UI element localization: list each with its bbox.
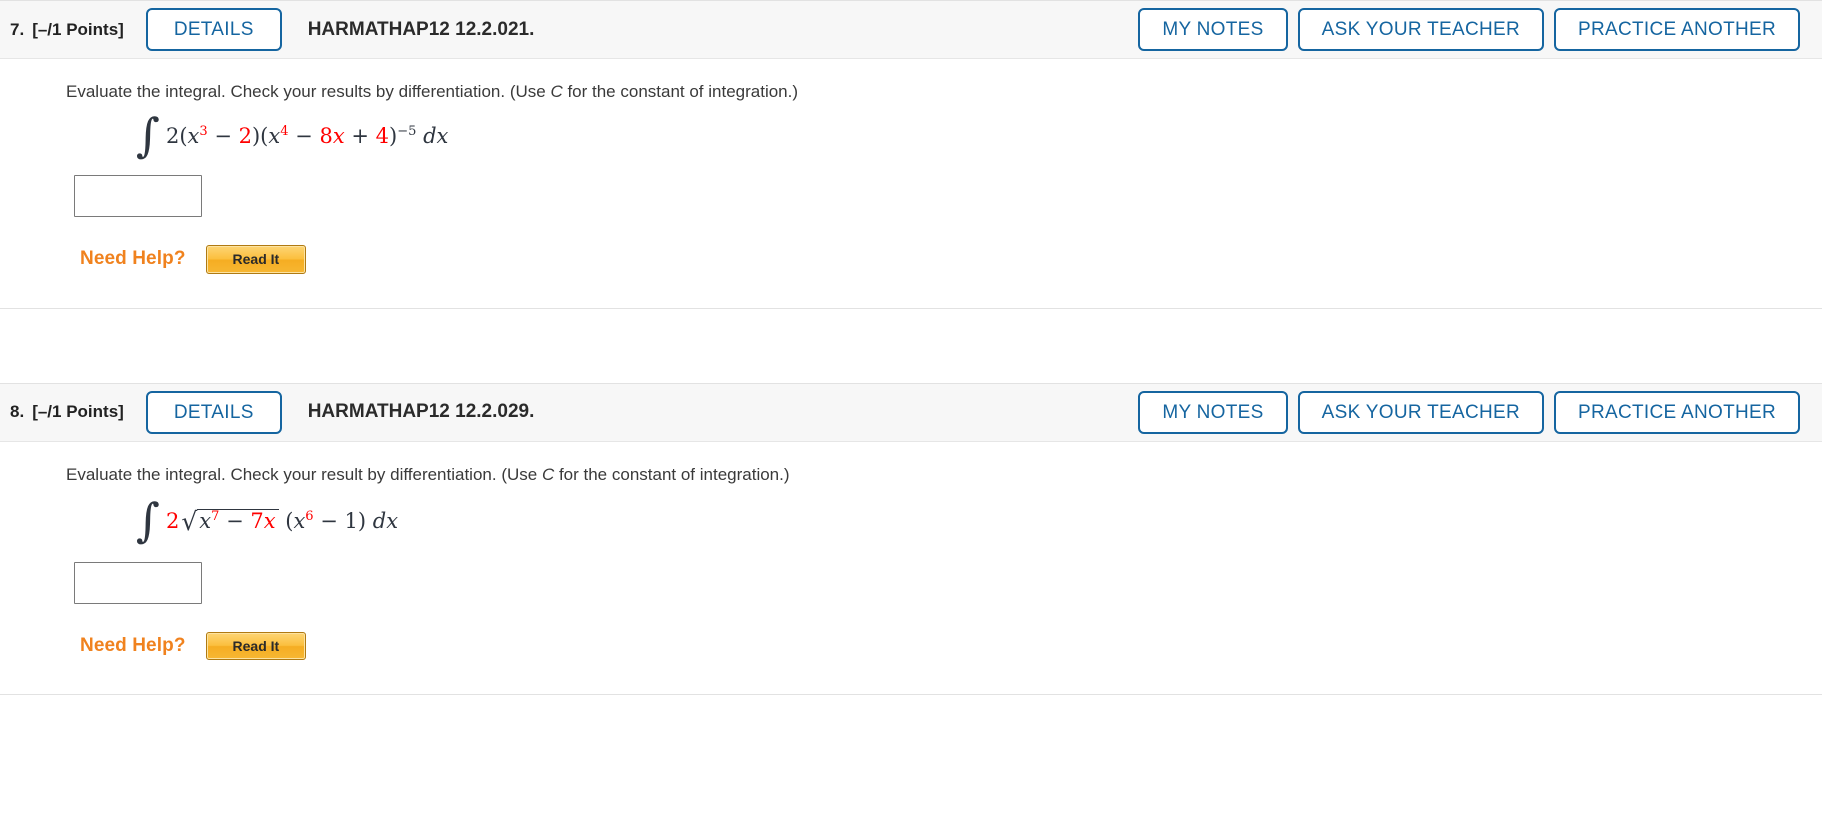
question-block-8: 8. [–/1 Points] DETAILS HARMATHAP12 12.2…: [0, 382, 1822, 696]
question-header-8: 8. [–/1 Points] DETAILS HARMATHAP12 12.2…: [0, 383, 1822, 442]
need-help-row-7: Need Help? Read It: [80, 244, 1802, 274]
question-statement: Evaluate the integral. Check your result…: [66, 81, 1802, 104]
math-expression-8: ∫ 2√x7 − 7x (x6 − 1) dx: [66, 493, 1802, 544]
question-number: 7.: [10, 19, 25, 39]
math-token: ): [389, 123, 398, 148]
radical-sign-icon: √: [181, 506, 198, 536]
math-token: 7: [250, 508, 264, 533]
radicand: x7 − 7x: [197, 508, 279, 533]
math-token: x: [199, 508, 212, 533]
my-notes-button[interactable]: MY NOTES: [1138, 8, 1288, 51]
question-separator: [0, 308, 1822, 383]
constant-symbol: C: [550, 82, 563, 101]
math-token: dx: [372, 508, 399, 533]
need-help-label: Need Help?: [80, 248, 186, 270]
question-points: [–/1 Points]: [32, 19, 124, 39]
question-code: HARMATHAP12 12.2.021.: [307, 18, 535, 40]
math-token: −: [288, 123, 320, 148]
math-token: +: [344, 123, 376, 148]
details-button[interactable]: DETAILS: [145, 8, 282, 51]
math-token: −: [219, 508, 251, 533]
ask-your-teacher-button[interactable]: ASK YOUR TEACHER: [1297, 390, 1544, 434]
math-token: 8: [319, 123, 333, 148]
question-statement: Evaluate the integral. Check your result…: [66, 464, 1802, 487]
integral-sign-icon: ∫: [136, 107, 160, 162]
constant-symbol: C: [541, 464, 555, 484]
practice-another-button[interactable]: PRACTICE ANOTHER: [1554, 390, 1800, 434]
math-token: x: [332, 123, 345, 148]
math-token: −5: [397, 123, 417, 139]
integral-sign-icon: ∫: [136, 492, 160, 547]
math-token: (: [278, 508, 294, 533]
math-token: x: [293, 508, 306, 533]
math-token: 6: [305, 508, 314, 524]
ask-your-teacher-button[interactable]: ASK YOUR TEACHER: [1297, 8, 1544, 51]
integrand-tail-8: (x6 − 1) dx: [279, 509, 398, 533]
read-it-button[interactable]: Read It: [205, 631, 307, 661]
math-token: 2(: [165, 123, 188, 148]
read-it-button[interactable]: Read It: [205, 244, 307, 274]
statement-suffix: for the constant of integration.): [554, 464, 790, 484]
math-token: dx: [423, 123, 449, 148]
coefficient: 2: [165, 508, 180, 533]
statement-suffix: for the constant of integration.): [562, 82, 799, 101]
math-token: 2: [238, 123, 252, 148]
math-token: 4: [375, 123, 389, 148]
answer-input-8[interactable]: [74, 561, 202, 604]
question-code: HARMATHAP12 12.2.029.: [307, 401, 535, 423]
math-expression-7: ∫ 2(x3 − 2)(x4 − 8x + 4)−5 dx: [66, 110, 1802, 158]
question-header-7: 7. [–/1 Points] DETAILS HARMATHAP12 12.2…: [0, 1, 1822, 59]
need-help-label: Need Help?: [80, 635, 186, 657]
question-body-8: Evaluate the integral. Check your result…: [0, 441, 1822, 695]
math-token: − 1): [313, 508, 373, 533]
question-actions: MY NOTES ASK YOUR TEACHER PRACTICE ANOTH…: [1138, 8, 1800, 51]
math-token: x: [263, 508, 276, 533]
question-actions: MY NOTES ASK YOUR TEACHER PRACTICE ANOTH…: [1138, 390, 1800, 434]
question-number: 8.: [10, 402, 25, 422]
answer-input-7[interactable]: [74, 174, 202, 217]
need-help-row-8: Need Help? Read It: [80, 631, 1802, 661]
radical: √x7 − 7x: [179, 506, 279, 536]
math-token: x: [268, 123, 281, 148]
integrand-7: 2(x3 − 2)(x4 − 8x + 4)−5 dx: [166, 124, 448, 148]
math-token: 4: [280, 123, 289, 139]
practice-another-button[interactable]: PRACTICE ANOTHER: [1554, 8, 1800, 51]
math-token: −: [207, 123, 239, 148]
my-notes-button[interactable]: MY NOTES: [1138, 390, 1288, 434]
statement-prefix: Evaluate the integral. Check your result…: [66, 464, 542, 484]
statement-prefix: Evaluate the integral. Check your result…: [66, 82, 551, 101]
question-body-7: Evaluate the integral. Check your result…: [0, 59, 1822, 308]
math-token: x: [187, 123, 200, 148]
math-token: 3: [199, 123, 208, 139]
question-block-7: 7. [–/1 Points] DETAILS HARMATHAP12 12.2…: [0, 0, 1822, 309]
math-token: )(: [251, 123, 269, 148]
assignment-page: 7. [–/1 Points] DETAILS HARMATHAP12 12.2…: [0, 0, 1822, 696]
question-points: [–/1 Points]: [32, 402, 124, 422]
details-button[interactable]: DETAILS: [145, 390, 282, 434]
